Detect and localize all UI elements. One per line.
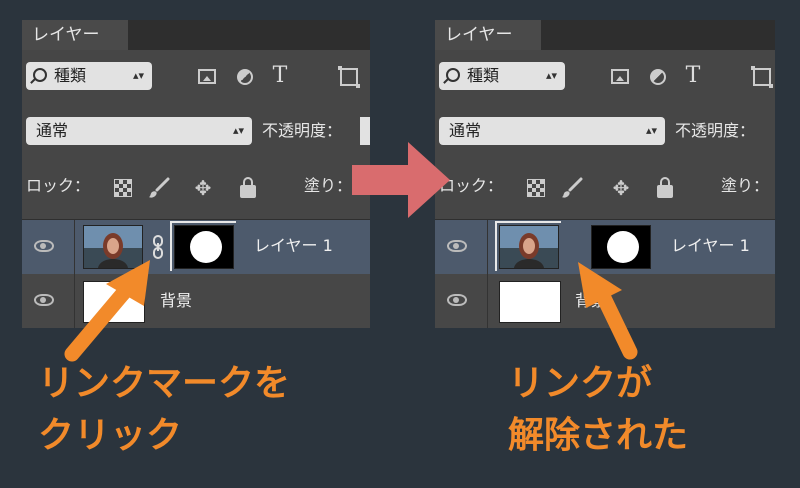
panel-tab-bar: レイヤー	[22, 20, 370, 50]
eye-icon[interactable]	[34, 294, 54, 306]
tab-layers[interactable]: レイヤー	[22, 20, 128, 50]
background-thumbnail[interactable]	[499, 281, 561, 323]
panel-tab-bar: レイヤー	[435, 20, 775, 50]
eye-icon[interactable]	[34, 240, 54, 252]
brush-icon[interactable]	[561, 177, 583, 199]
lock-transparency-icon[interactable]	[114, 179, 132, 197]
move-icon[interactable]: ✥	[192, 177, 214, 199]
image-filter-icon[interactable]	[611, 69, 629, 84]
selection-bracket	[495, 221, 561, 271]
caption-right-line2: 解除された	[508, 415, 689, 456]
lock-label: ロック：	[26, 176, 91, 195]
eye-icon[interactable]	[447, 240, 467, 252]
opacity-label: 不透明度：	[675, 121, 756, 140]
divider	[487, 274, 488, 328]
layer-row-layer1[interactable]: レイヤー 1	[435, 219, 775, 275]
chevron-updown-icon: ▴▾	[132, 69, 144, 82]
layer-name[interactable]: レイヤー 1	[671, 235, 750, 257]
layers-panel-before: レイヤー 種類 ▴▾ T 通常 ▴▾ 不透明度： ロック： ✥ 塗り： レイヤー…	[22, 20, 370, 328]
layer-mask-thumbnail[interactable]	[591, 225, 651, 269]
layer-name[interactable]: 背景	[575, 290, 607, 312]
filter-kind-select[interactable]: 種類 ▴▾	[26, 62, 152, 90]
layer-name[interactable]: レイヤー 1	[254, 235, 333, 257]
divider	[74, 274, 75, 328]
opacity-input[interactable]	[360, 117, 370, 145]
filter-kind-label: 種類	[467, 66, 500, 85]
layer-photo-thumbnail[interactable]	[83, 225, 143, 269]
selection-bracket	[170, 221, 236, 271]
layer-row-background[interactable]: 背景	[22, 274, 370, 328]
caption-left-line1: リンクマークを	[38, 363, 291, 404]
lock-transparency-icon[interactable]	[527, 179, 545, 197]
lock-all-icon[interactable]	[240, 177, 256, 198]
lock-label: ロック：	[439, 176, 504, 195]
blend-mode-value: 通常	[36, 121, 69, 140]
shape-filter-icon[interactable]	[338, 66, 360, 88]
type-filter-icon[interactable]: T	[268, 64, 292, 88]
search-icon	[446, 68, 460, 82]
image-filter-icon[interactable]	[198, 69, 216, 84]
layer-name[interactable]: 背景	[160, 290, 192, 312]
shape-filter-icon[interactable]	[751, 66, 773, 88]
eye-icon[interactable]	[447, 294, 467, 306]
adjustment-filter-icon[interactable]	[237, 69, 253, 85]
divider	[74, 220, 75, 274]
layer-row-layer1[interactable]: レイヤー 1	[22, 219, 370, 275]
adjustment-filter-icon[interactable]	[650, 69, 666, 85]
brush-icon[interactable]	[148, 177, 170, 199]
fill-label: 塗り：	[304, 176, 353, 195]
type-filter-icon[interactable]: T	[681, 64, 705, 88]
chevron-updown-icon: ▴▾	[232, 124, 244, 137]
blend-mode-select[interactable]: 通常 ▴▾	[26, 117, 252, 145]
move-icon[interactable]: ✥	[610, 177, 632, 199]
caption-left-line2: クリック	[38, 415, 183, 456]
chevron-updown-icon: ▴▾	[645, 124, 657, 137]
filter-kind-label: 種類	[54, 66, 87, 85]
blend-mode-value: 通常	[449, 121, 482, 140]
opacity-label: 不透明度：	[262, 121, 343, 140]
link-chain-icon[interactable]	[153, 234, 163, 260]
mask-circle	[607, 231, 639, 263]
search-icon	[33, 68, 47, 82]
layer-row-background[interactable]: 背景	[435, 274, 775, 328]
tab-layers[interactable]: レイヤー	[435, 20, 541, 50]
lock-all-icon[interactable]	[657, 177, 673, 198]
layers-panel-after: レイヤー 種類 ▴▾ T 通常 ▴▾ 不透明度： ロック： ✥ 塗り： レイヤー…	[435, 20, 775, 328]
caption-right-line1: リンクが	[508, 363, 653, 404]
background-thumbnail[interactable]	[83, 281, 145, 323]
blend-mode-select[interactable]: 通常 ▴▾	[439, 117, 665, 145]
divider	[487, 220, 488, 274]
filter-kind-select[interactable]: 種類 ▴▾	[439, 62, 565, 90]
fill-label: 塗り：	[721, 176, 770, 195]
chevron-updown-icon: ▴▾	[545, 69, 557, 82]
